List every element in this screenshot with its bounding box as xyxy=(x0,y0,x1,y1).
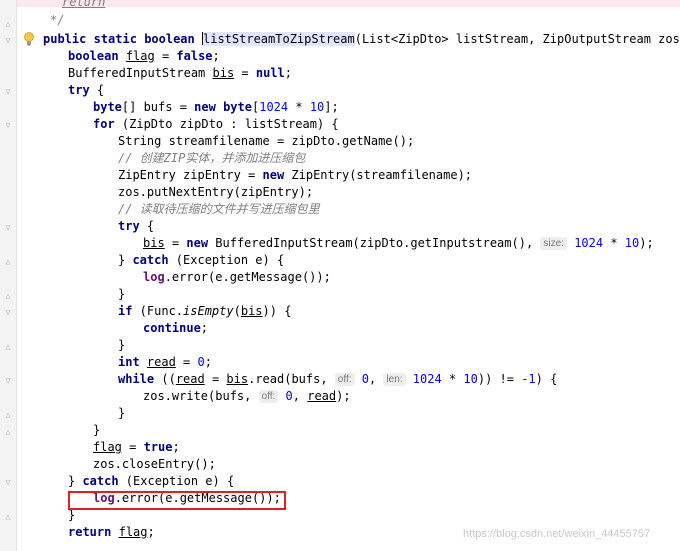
code-line: zos.closeEntry(); xyxy=(93,457,216,471)
fold-marker-icon[interactable]: △ xyxy=(4,19,12,28)
code-comment-line: // 创建ZIP实体，并添加进压缩包 xyxy=(118,151,306,165)
fold-marker-icon[interactable]: △ xyxy=(4,257,12,266)
code-line: BufferedInputStream bis = null; xyxy=(68,66,293,80)
fold-marker-icon[interactable]: △ xyxy=(4,427,12,436)
fold-marker-icon[interactable]: △ xyxy=(4,512,12,521)
method-signature-line: public static boolean listStreamToZipStr… xyxy=(43,32,680,46)
code-line: log.error(e.getMessage()); xyxy=(143,270,331,284)
code-line: int read = 0; xyxy=(118,355,212,369)
code-line: } xyxy=(118,287,126,301)
code-line: byte[] bufs = new byte[1024 * 10]; xyxy=(93,100,339,114)
fold-marker-icon[interactable]: ▽ xyxy=(4,478,12,487)
watermark-text: https://blog.csdn.net/weixin_44455757 xyxy=(463,528,651,540)
parameter-hint: off: xyxy=(258,390,279,403)
code-line: bis = new BufferedInputStream(zipDto.get… xyxy=(143,236,654,250)
fold-marker-icon[interactable]: ▽ xyxy=(4,308,12,317)
code-line: if (Func.isEmpty(bis)) { xyxy=(118,304,292,318)
fold-marker-icon[interactable]: ▽ xyxy=(4,121,12,130)
parameter-hint: len: xyxy=(383,373,406,386)
code-line: flag = true; xyxy=(93,440,180,454)
method-name[interactable]: listStreamToZipStream xyxy=(203,32,355,46)
code-line: } xyxy=(93,423,101,437)
fold-marker-icon[interactable]: ▽ xyxy=(4,376,12,385)
code-line: } catch (Exception e) { xyxy=(118,253,285,267)
fold-marker-icon[interactable]: ▽ xyxy=(4,223,12,232)
fold-marker-icon[interactable]: △ xyxy=(4,410,12,419)
code-line: ZipEntry zipEntry = new ZipEntry(streamf… xyxy=(118,168,473,182)
code-line: } xyxy=(118,338,126,352)
fold-marker-icon[interactable]: △ xyxy=(4,291,12,300)
parameter-hint: off: xyxy=(334,373,355,386)
editor-gutter[interactable] xyxy=(0,0,16,551)
code-line: String streamfilename = zipDto.getName()… xyxy=(118,134,415,148)
code-line: } xyxy=(118,406,126,420)
code-line: return flag; xyxy=(68,525,155,539)
code-line: for (ZipDto zipDto : listStream) { xyxy=(93,117,339,131)
code-line: boolean flag = false; xyxy=(68,49,220,63)
code-line: */ xyxy=(50,13,65,27)
code-line: continue; xyxy=(143,321,209,335)
code-line: try { xyxy=(118,219,155,233)
code-line: zos.write(bufs, off: 0, read); xyxy=(143,389,351,403)
code-line: while ((read = bis.read(bufs, off: 0, le… xyxy=(118,372,558,386)
highlight-box xyxy=(68,491,286,510)
code-line: zos.putNextEntry(zipEntry); xyxy=(118,185,314,199)
code-line: return xyxy=(62,0,106,9)
parameter-hint: size: xyxy=(540,237,567,250)
fold-marker-icon[interactable]: ▽ xyxy=(4,36,12,45)
code-comment-line: // 读取待压缩的文件并写进压缩包里 xyxy=(118,202,320,216)
code-line: try { xyxy=(68,83,105,97)
lightbulb-icon[interactable] xyxy=(23,32,35,46)
fold-marker-icon[interactable]: △ xyxy=(4,342,12,351)
code-line: } catch (Exception e) { xyxy=(68,474,235,488)
gutter-divider xyxy=(16,0,17,551)
fold-marker-icon[interactable]: ▽ xyxy=(4,87,12,96)
